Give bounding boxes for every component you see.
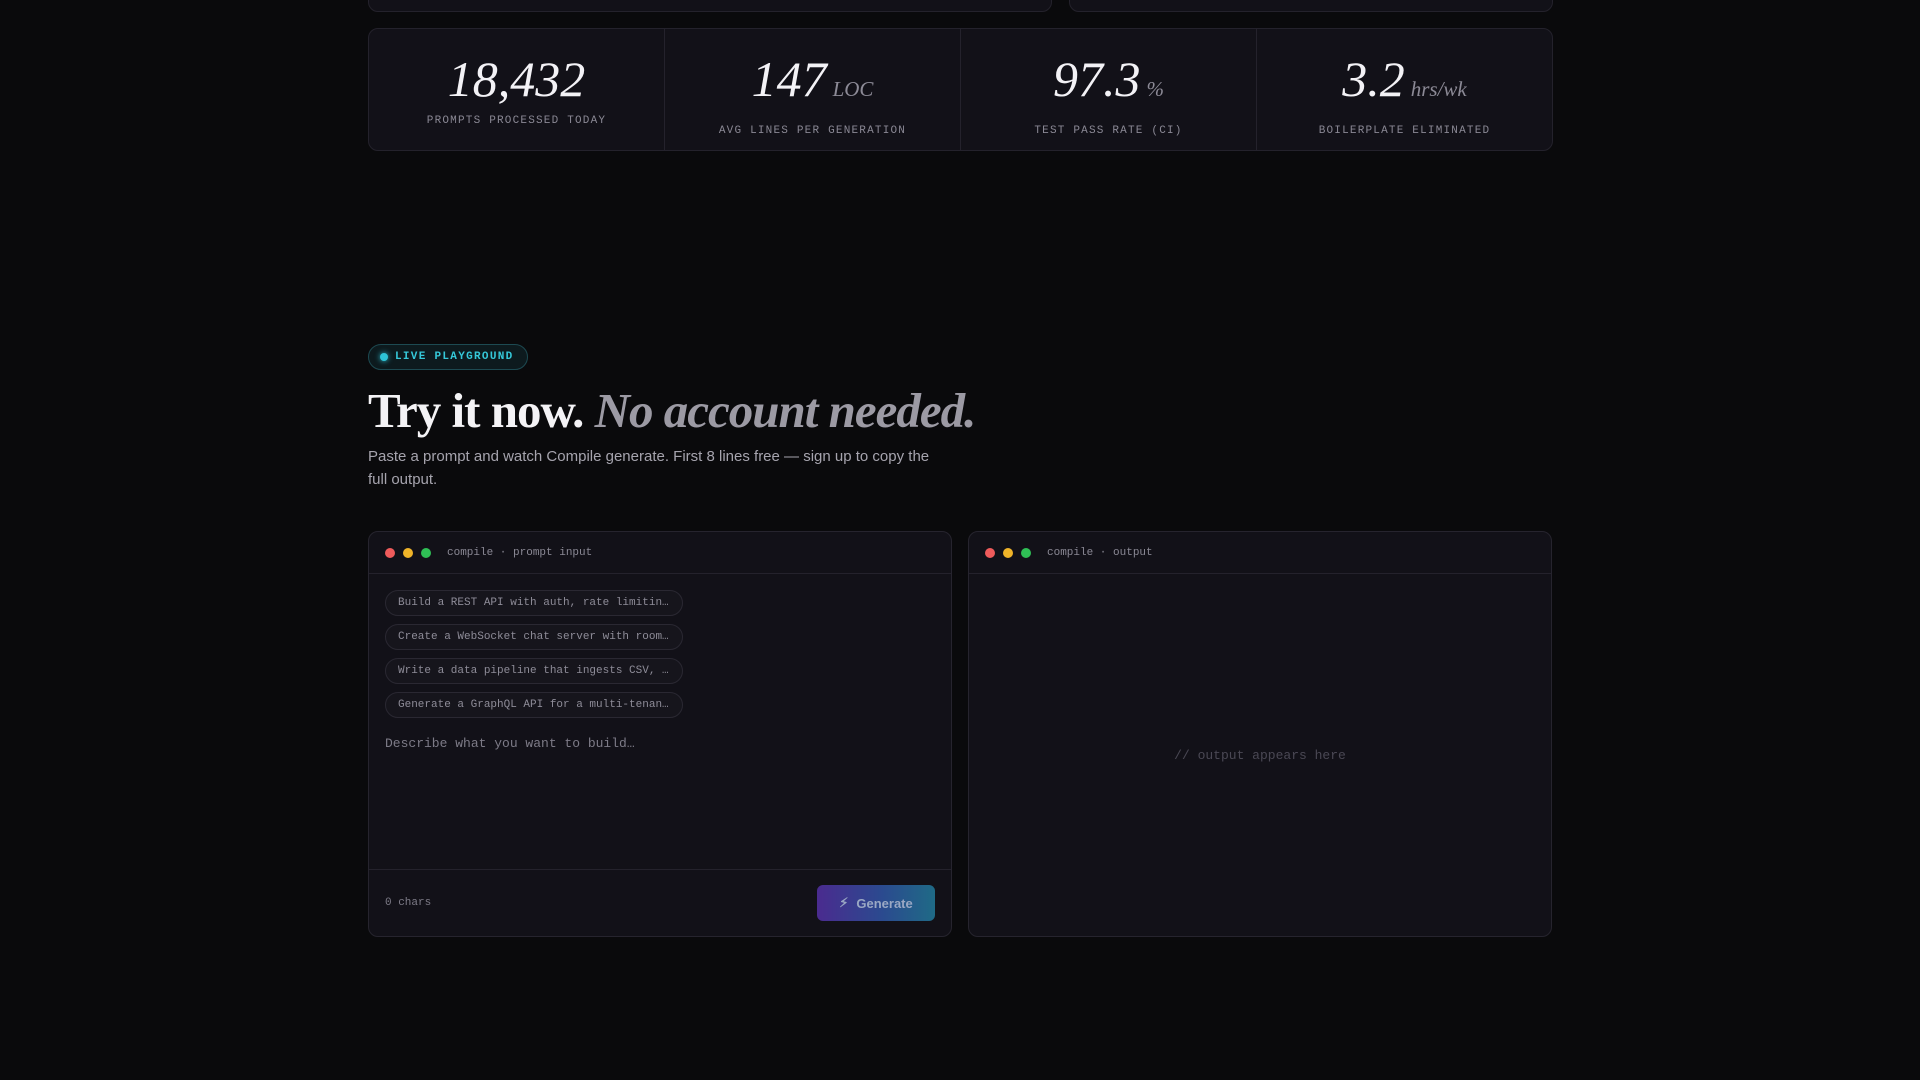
stat-unit: hrs/wk [1410, 77, 1467, 101]
window-maximize-dot-icon [1021, 547, 1031, 558]
stat-value-wrapper: 3.2 hrs/wk [1342, 51, 1467, 117]
panel-title: compile · output [1047, 546, 1153, 559]
panel-title: compile · prompt input [447, 546, 593, 559]
example-prompt-chip[interactable]: Build a REST API with auth, rate limitin… [385, 590, 683, 616]
stat-unit: % [1146, 77, 1165, 101]
previous-section-card-right [1069, 0, 1553, 12]
stat-label: PROMPTS PROCESSED TODAY [426, 115, 607, 127]
generate-label: Generate [856, 895, 913, 911]
output-placeholder: // output appears here [1174, 747, 1346, 763]
window-close-dot-icon [385, 547, 395, 558]
page-title: Try it now. No account needed. [368, 382, 977, 439]
previous-section-card-left [368, 0, 1052, 12]
stat-test-pass-rate: 97.3 % TEST PASS RATE (CI) [961, 29, 1257, 150]
example-prompt-chip[interactable]: Create a WebSocket chat server with room… [385, 624, 683, 650]
prompt-input-panel: compile · prompt input Build a REST API … [368, 531, 952, 937]
example-prompt-chip[interactable]: Generate a GraphQL API for a multi-tenan… [385, 692, 683, 718]
live-playground-badge: LIVE PLAYGROUND [368, 344, 528, 370]
stat-label: AVG LINES PER GENERATION [718, 125, 907, 137]
stat-value: 18,432 [447, 51, 586, 107]
window-minimize-dot-icon [403, 547, 413, 558]
window-close-dot-icon [985, 547, 995, 558]
char-count: 0 chars [385, 897, 432, 909]
lightning-bolt-icon: ⚡︎ [839, 895, 849, 910]
window-maximize-dot-icon [421, 547, 431, 558]
stat-avg-lines: 147 LOC AVG LINES PER GENERATION [665, 29, 961, 150]
live-dot-icon [380, 353, 388, 361]
stats-bar: 18,432 PROMPTS PROCESSED TODAY 147 LOC A… [368, 28, 1553, 151]
generate-button[interactable]: ⚡︎ Generate [817, 885, 935, 921]
prompt-input[interactable] [385, 736, 935, 856]
panel-header: compile · prompt input [369, 532, 951, 574]
stat-prompts-processed: 18,432 PROMPTS PROCESSED TODAY [369, 29, 665, 150]
stat-value: 147 [751, 51, 827, 107]
example-prompt-chip[interactable]: Write a data pipeline that ingests CSV, … [385, 658, 683, 684]
window-minimize-dot-icon [1003, 547, 1013, 558]
panel-header: compile · output [969, 532, 1551, 574]
stat-label: BOILERPLATE ELIMINATED [1318, 125, 1491, 137]
stat-value-wrapper: 97.3 % [1053, 51, 1164, 117]
section-description: Paste a prompt and watch Compile generat… [368, 448, 930, 488]
output-panel: compile · output // output appears here [968, 531, 1552, 937]
panel-footer: 0 chars ⚡︎ Generate [369, 869, 951, 936]
stat-unit: LOC [832, 77, 874, 101]
stat-value: 97.3 [1053, 51, 1141, 107]
example-prompts: Build a REST API with auth, rate limitin… [369, 574, 951, 718]
stat-label: TEST PASS RATE (CI) [1034, 125, 1183, 137]
badge-label: LIVE PLAYGROUND [395, 351, 514, 363]
headline-accent: No account needed. [594, 383, 977, 438]
stat-value-wrapper: 147 LOC [752, 51, 874, 117]
stat-value: 3.2 [1342, 51, 1405, 107]
headline-main: Try it now. [368, 383, 584, 438]
stat-value-wrapper: 18,432 [448, 51, 586, 107]
stat-boilerplate-eliminated: 3.2 hrs/wk BOILERPLATE ELIMINATED [1257, 29, 1552, 150]
